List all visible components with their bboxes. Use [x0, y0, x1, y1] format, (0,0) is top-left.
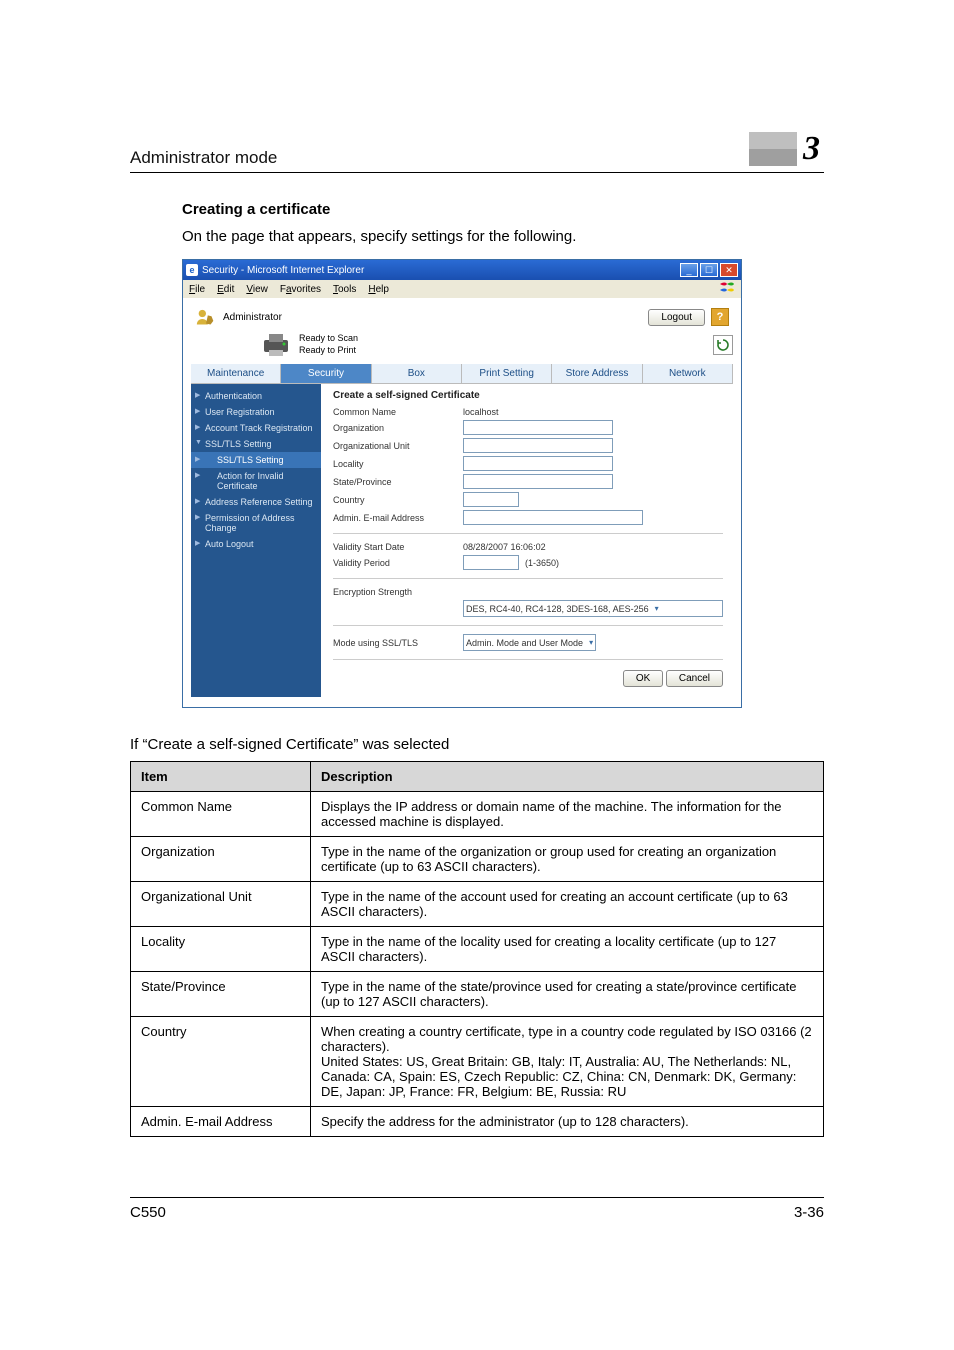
chapter-badge: 3 — [749, 130, 824, 168]
screenshot-panel: e Security - Microsoft Internet Explorer… — [182, 259, 742, 708]
sidebar-item-permission[interactable]: Permission of Address Change — [191, 510, 321, 536]
admin-icon — [195, 308, 217, 326]
sidebar-item-ssl[interactable]: SSL/TLS Setting — [191, 436, 321, 452]
value-common-name: localhost — [463, 407, 499, 417]
table-row: Admin. E-mail AddressSpecify the address… — [131, 1107, 824, 1137]
footer-right: 3-36 — [794, 1204, 824, 1221]
tab-print-setting[interactable]: Print Setting — [462, 364, 552, 384]
close-button[interactable]: ✕ — [720, 263, 738, 277]
minimize-button[interactable]: _ — [680, 263, 698, 277]
ie-titlebar: e Security - Microsoft Internet Explorer… — [183, 260, 741, 280]
chapter-number: 3 — [803, 130, 820, 168]
description-table: Item Description Common NameDisplays the… — [130, 761, 824, 1137]
encryption-select-value: DES, RC4-40, RC4-128, 3DES-168, AES-256 — [466, 604, 649, 614]
sidebar-item-user-registration[interactable]: User Registration — [191, 404, 321, 420]
mode-select[interactable]: Admin. Mode and User Mode ▾ — [463, 634, 596, 651]
label-valid-start: Validity Start Date — [333, 542, 463, 552]
table-row: LocalityType in the name of the locality… — [131, 927, 824, 972]
section-title: Creating a certificate — [182, 201, 824, 218]
label-encryption: Encryption Strength — [333, 587, 463, 597]
sidebar: Authentication User Registration Account… — [191, 384, 321, 697]
menu-bar: File Edit View Favorites Tools Help — [183, 280, 741, 298]
page-header: Administrator mode 3 — [130, 130, 824, 173]
logout-button[interactable]: Logout — [648, 309, 705, 326]
menu-help[interactable]: Help — [368, 284, 389, 295]
tab-store-address[interactable]: Store Address — [552, 364, 642, 384]
valid-period-suffix: (1-3650) — [525, 558, 559, 568]
ie-window: e Security - Microsoft Internet Explorer… — [182, 259, 742, 708]
table-row: CountryWhen creating a country certifica… — [131, 1017, 824, 1107]
ok-button[interactable]: OK — [623, 670, 663, 687]
status-text: Ready to Scan Ready to Print — [299, 333, 358, 356]
locality-input[interactable] — [463, 456, 613, 471]
sidebar-item-address-reference[interactable]: Address Reference Setting — [191, 494, 321, 510]
label-state: State/Province — [333, 477, 463, 487]
menu-tools[interactable]: Tools — [333, 284, 356, 295]
main-pane: Create a self-signed Certificate Common … — [321, 384, 733, 697]
admin-email-input[interactable] — [463, 510, 643, 525]
printer-icon — [261, 332, 291, 358]
sidebar-item-authentication[interactable]: Authentication — [191, 388, 321, 404]
mode-select-value: Admin. Mode and User Mode — [466, 638, 583, 648]
label-locality: Locality — [333, 459, 463, 469]
footer-left: C550 — [130, 1204, 166, 1221]
sidebar-item-auto-logout[interactable]: Auto Logout — [191, 536, 321, 552]
breadcrumb: Administrator mode — [130, 148, 277, 168]
table-row: Common NameDisplays the IP address or do… — [131, 792, 824, 837]
administrator-label: Administrator — [223, 312, 282, 323]
cancel-button[interactable]: Cancel — [666, 670, 723, 687]
label-organization: Organization — [333, 423, 463, 433]
sidebar-item-ssl-setting[interactable]: SSL/TLS Setting — [191, 452, 321, 468]
chevron-down-icon: ▾ — [655, 604, 659, 613]
window-title: Security - Microsoft Internet Explorer — [202, 265, 364, 276]
table-row: OrganizationType in the name of the orga… — [131, 837, 824, 882]
ie-logo-icon — [719, 282, 735, 296]
refresh-button[interactable] — [713, 335, 733, 355]
help-button[interactable]: ? — [711, 308, 729, 326]
label-org-unit: Organizational Unit — [333, 441, 463, 451]
sidebar-item-account-track[interactable]: Account Track Registration — [191, 420, 321, 436]
status-scan: Ready to Scan — [299, 333, 358, 345]
maximize-button[interactable]: ☐ — [700, 263, 718, 277]
form-title: Create a self-signed Certificate — [333, 390, 723, 401]
menu-edit[interactable]: Edit — [217, 284, 234, 295]
ie-icon: e — [186, 264, 198, 276]
sidebar-item-action-invalid[interactable]: Action for Invalid Certificate — [191, 468, 321, 494]
menu-favorites[interactable]: Favorites — [280, 284, 321, 295]
page-footer: C550 3-36 — [130, 1197, 824, 1221]
valid-period-input[interactable] — [463, 555, 519, 570]
menu-view[interactable]: View — [246, 284, 268, 295]
label-mode: Mode using SSL/TLS — [333, 638, 463, 648]
tab-network[interactable]: Network — [643, 364, 733, 384]
value-valid-start: 08/28/2007 16:06:02 — [463, 542, 546, 552]
tab-security[interactable]: Security — [281, 364, 371, 384]
table-header-item: Item — [131, 762, 311, 792]
status-print: Ready to Print — [299, 345, 358, 357]
encryption-select[interactable]: DES, RC4-40, RC4-128, 3DES-168, AES-256 … — [463, 600, 723, 617]
badge-stripe — [749, 132, 797, 166]
label-admin-email: Admin. E-mail Address — [333, 513, 463, 523]
table-row: Organizational UnitType in the name of t… — [131, 882, 824, 927]
menu-file[interactable]: File — [189, 284, 205, 295]
table-note: If “Create a self-signed Certificate” wa… — [130, 736, 824, 753]
label-country: Country — [333, 495, 463, 505]
tab-maintenance[interactable]: Maintenance — [191, 364, 281, 384]
label-common-name: Common Name — [333, 407, 463, 417]
section-desc: On the page that appears, specify settin… — [182, 228, 824, 245]
chevron-down-icon: ▾ — [589, 638, 593, 647]
country-input[interactable] — [463, 492, 519, 507]
state-input[interactable] — [463, 474, 613, 489]
tab-bar: Maintenance Security Box Print Setting S… — [191, 364, 733, 384]
organization-input[interactable] — [463, 420, 613, 435]
table-header-description: Description — [311, 762, 824, 792]
tab-box[interactable]: Box — [372, 364, 462, 384]
org-unit-input[interactable] — [463, 438, 613, 453]
label-valid-period: Validity Period — [333, 558, 463, 568]
table-row: State/ProvinceType in the name of the st… — [131, 972, 824, 1017]
